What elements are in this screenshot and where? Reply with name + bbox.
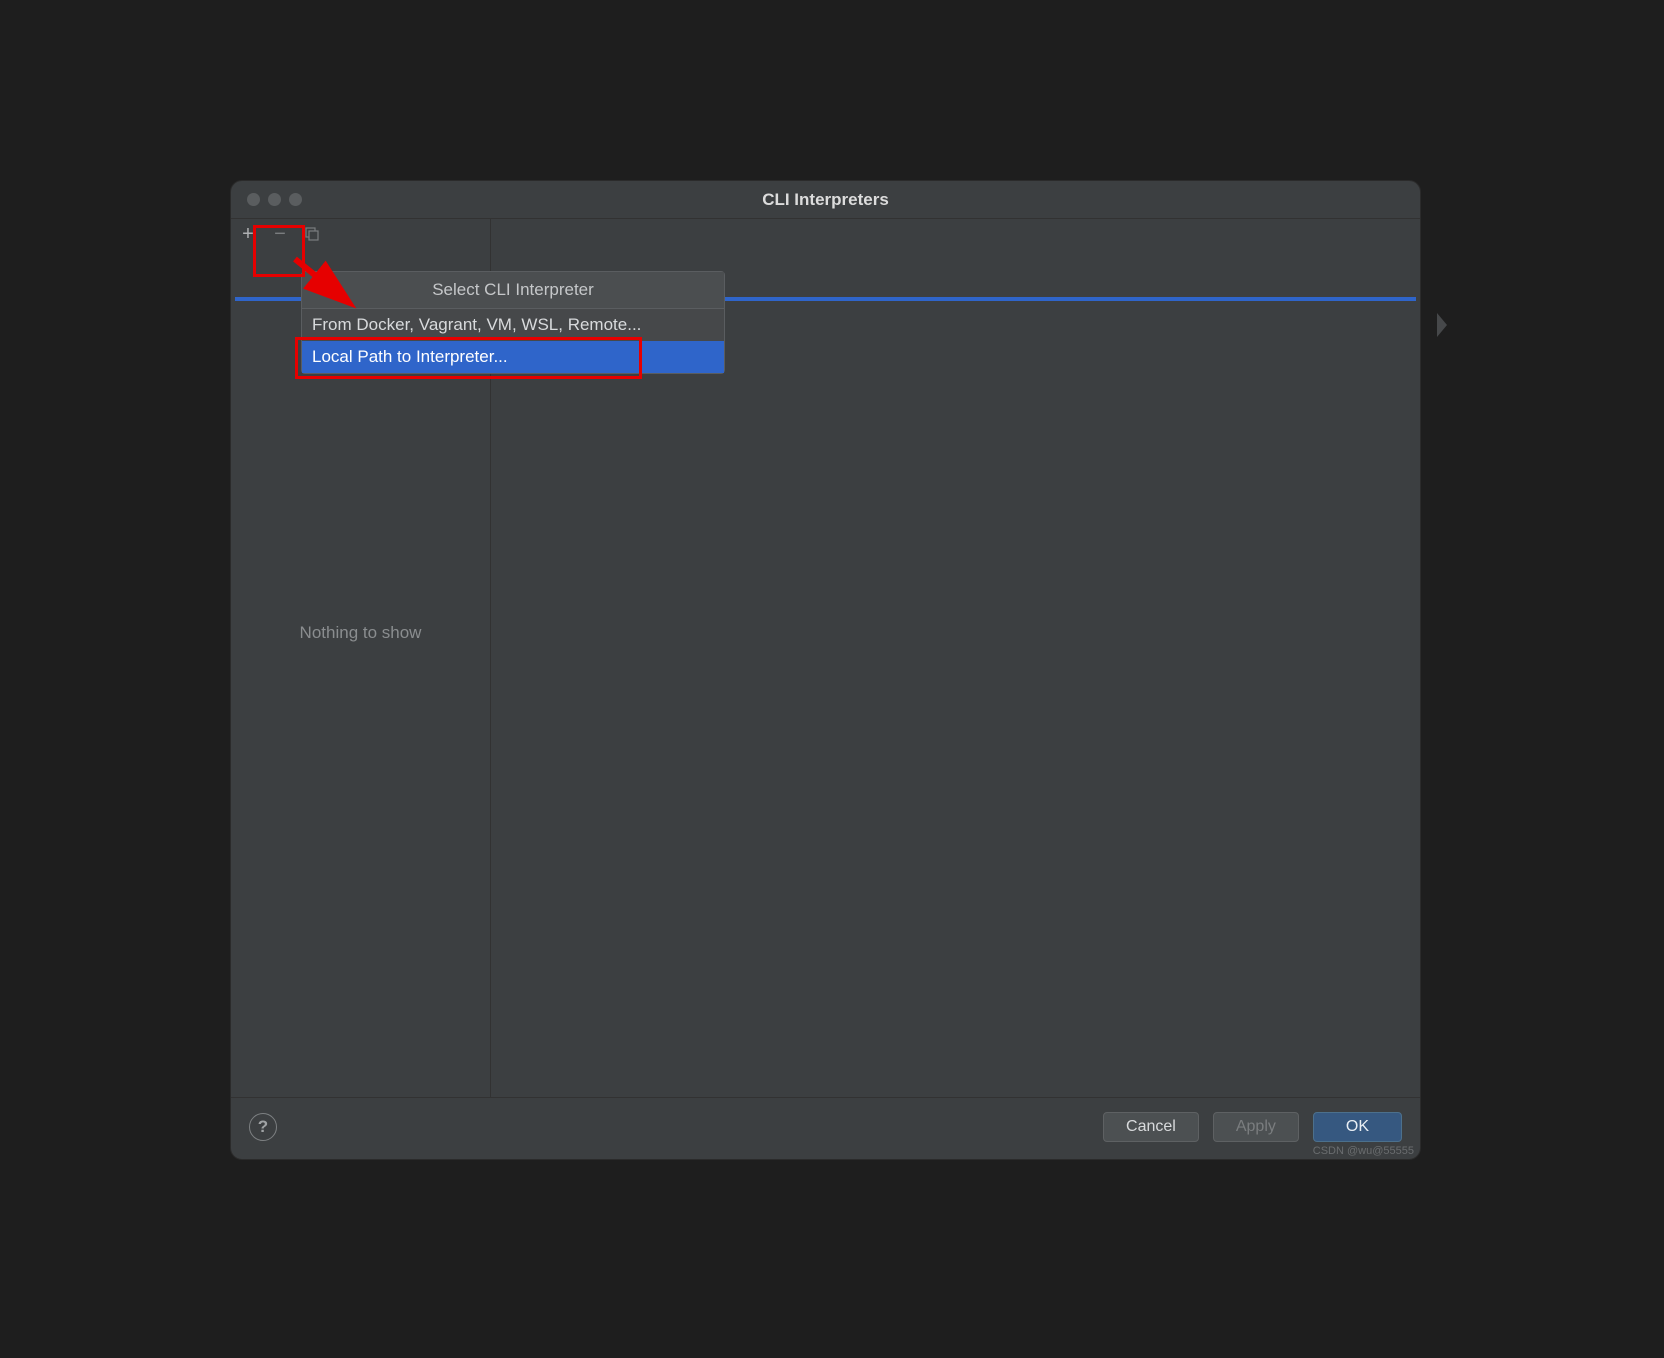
ok-button[interactable]: OK: [1313, 1112, 1402, 1142]
help-button[interactable]: ?: [249, 1113, 277, 1141]
watermark: CSDN @wu@55555: [1313, 1145, 1414, 1157]
dropdown-item-local[interactable]: Local Path to Interpreter...: [302, 341, 724, 373]
dropdown-title: Select CLI Interpreter: [302, 272, 724, 309]
apply-button-label: Apply: [1236, 1118, 1276, 1136]
apply-button[interactable]: Apply: [1213, 1112, 1299, 1142]
ok-button-label: OK: [1346, 1118, 1369, 1136]
cancel-button[interactable]: Cancel: [1103, 1112, 1199, 1142]
cli-interpreters-dialog: CLI Interpreters + − Nothing to show: [230, 180, 1421, 1160]
help-icon: ?: [258, 1117, 268, 1137]
dialog-body: + − Nothing to show Select CLI Interpret…: [231, 219, 1420, 1097]
dropdown-item-remote[interactable]: From Docker, Vagrant, VM, WSL, Remote...: [302, 309, 724, 341]
right-gutter-icon: [1434, 307, 1460, 343]
add-interpreter-dropdown: Select CLI Interpreter From Docker, Vagr…: [301, 271, 725, 374]
cancel-button-label: Cancel: [1126, 1118, 1176, 1136]
dialog-footer: ? Cancel Apply OK: [231, 1097, 1420, 1159]
